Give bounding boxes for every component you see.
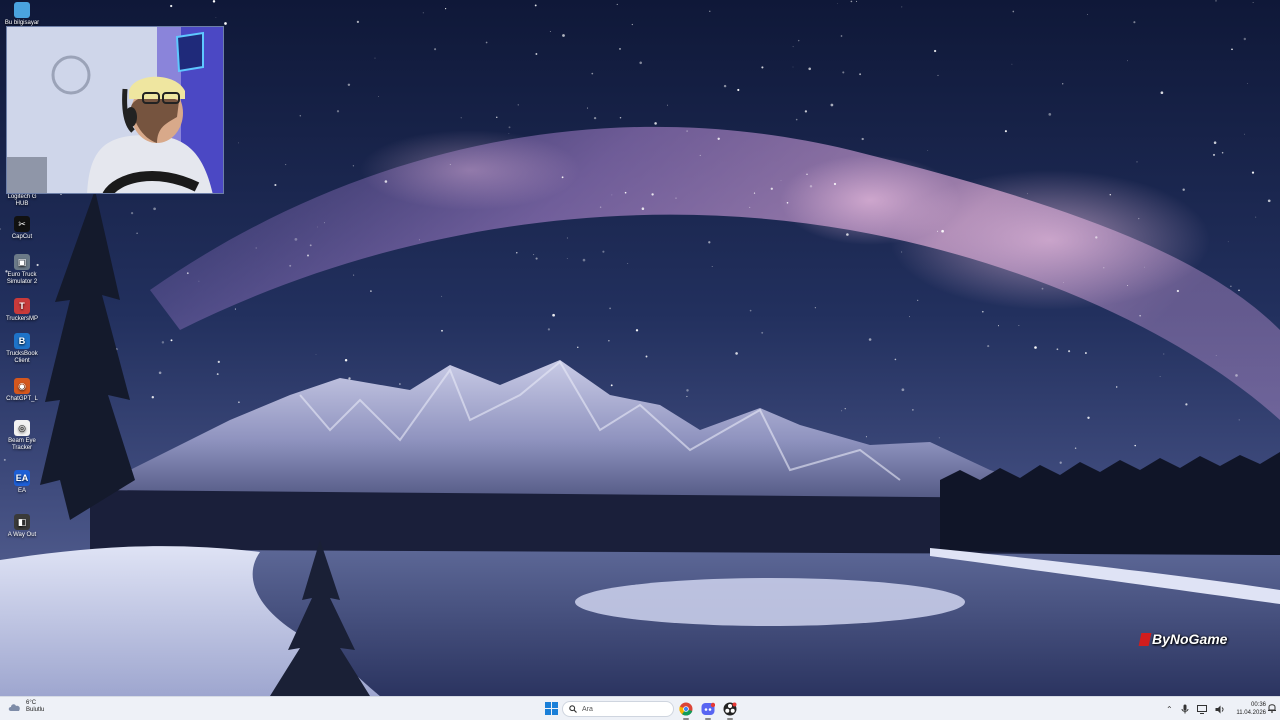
chrome-icon <box>679 702 693 716</box>
discord-icon <box>701 702 715 715</box>
desktop-icon-label: TrucksBook Client <box>6 351 38 364</box>
taskbar-search[interactable] <box>562 701 674 717</box>
desktop-icon-truckersmp[interactable]: T TruckersMP <box>2 298 42 323</box>
taskbar-app-obs[interactable] <box>722 701 738 720</box>
clock-time: 00:36 <box>1250 702 1266 708</box>
desktop-icon-a-way-out[interactable]: ◧ A Way Out <box>2 514 42 539</box>
desktop-icon-label: Logitech G HUB <box>7 194 37 207</box>
clock-date: 11.04.2026 <box>1236 710 1266 716</box>
truckersmp-icon: T <box>14 298 30 314</box>
cloud-icon <box>8 704 20 711</box>
desktop-icon-label: ChatGPT_L <box>6 396 38 402</box>
network-monitor-icon[interactable] <box>1196 704 1207 714</box>
windows-start-button[interactable] <box>545 702 558 715</box>
desktop-icon-recycle-bin[interactable]: Bu bilgisayar <box>2 2 42 27</box>
weather-condition: Bulutlu <box>26 707 45 713</box>
euro-truck-simulator-2-icon: ▣ <box>14 254 30 270</box>
beam-eye-tracker-icon: ◎ <box>14 420 30 436</box>
search-input[interactable] <box>582 705 662 713</box>
trucksbook-client-icon: B <box>14 333 30 349</box>
desktop-icon-label: EA <box>17 488 26 494</box>
taskbar-app-discord[interactable] <box>700 701 716 720</box>
recycle-bin-icon <box>14 2 30 18</box>
show-hidden-icons-chevron-icon[interactable]: ⌃ <box>1166 705 1173 714</box>
desktop-icon-trucksbook-client[interactable]: B TrucksBook Client <box>2 333 42 365</box>
desktop-icon-label: CapCut <box>11 234 33 240</box>
desktop-icon-ea[interactable]: EA EA <box>2 470 42 495</box>
obs-icon <box>723 702 737 716</box>
system-tray: ⌃ <box>1166 701 1225 717</box>
microphone-icon[interactable] <box>1181 704 1189 714</box>
notification-bell-icon[interactable] <box>1268 703 1276 713</box>
streamer-webcam-image <box>7 27 223 193</box>
weather-widget[interactable]: 6°C Bulutlu <box>8 700 44 714</box>
desktop-icon-euro-truck-simulator-2[interactable]: ▣ Euro Truck Simulator 2 <box>2 254 42 286</box>
webcam-overlay <box>6 26 224 194</box>
watermark-text: ByNoGame <box>1152 631 1228 647</box>
desktop-icon-label: Euro Truck Simulator 2 <box>6 272 38 285</box>
desktop-icon-capcut[interactable]: ✂ CapCut <box>2 216 42 241</box>
bynogame-watermark: ByNoGame <box>1138 631 1228 647</box>
a-way-out-icon: ◧ <box>14 514 30 530</box>
capcut-icon: ✂ <box>14 216 30 232</box>
desktop-icon-label: Beam Eye Tracker <box>8 438 36 451</box>
desktop-icon-chatgpt[interactable]: ◉ ChatGPT_L <box>2 378 42 403</box>
search-icon <box>569 705 577 713</box>
desktop-icon-beam-eye-tracker[interactable]: ◎ Beam Eye Tracker <box>2 420 42 452</box>
ea-icon: EA <box>14 470 30 486</box>
desktop-icon-label: TruckersMP <box>5 316 39 322</box>
bynogame-logo-icon <box>1138 632 1152 646</box>
volume-icon[interactable] <box>1215 705 1225 714</box>
taskbar: 6°C Bulutlu Ara ⌃ 00:36 11.04.2026 <box>0 696 1280 720</box>
desktop-icon-label: A Way Out <box>7 532 37 538</box>
taskbar-clock[interactable]: 00:36 11.04.2026 <box>1226 701 1266 717</box>
chatgpt-icon: ◉ <box>14 378 30 394</box>
weather-temperature: 6°C <box>26 700 37 706</box>
taskbar-app-chrome[interactable] <box>678 701 694 720</box>
